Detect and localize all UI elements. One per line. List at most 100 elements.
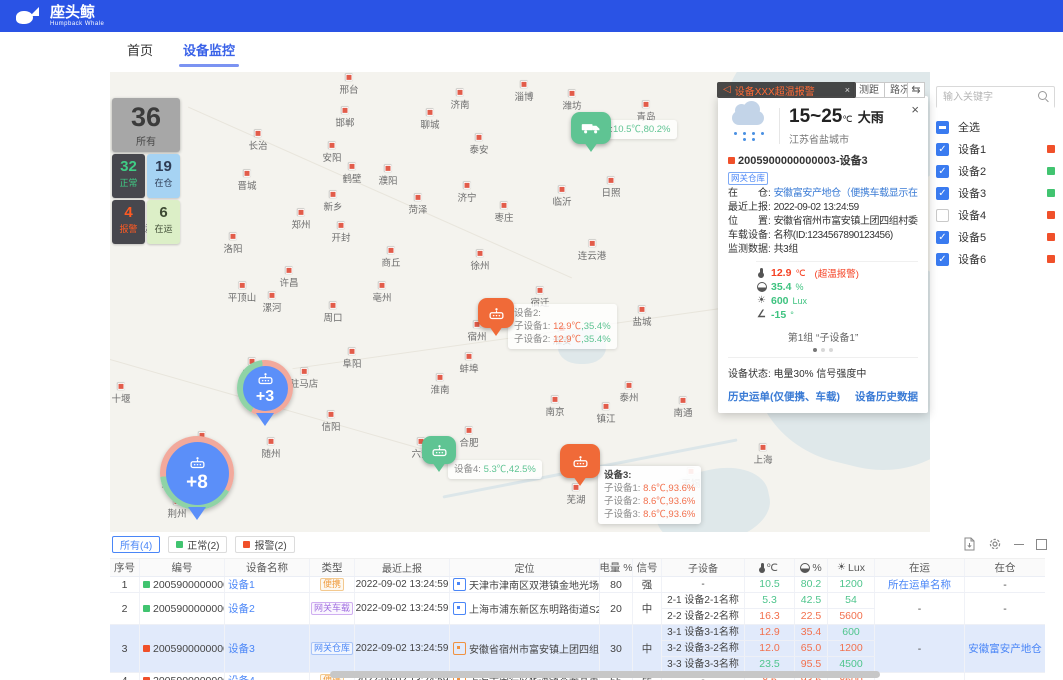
city-label: 驻马店 <box>290 368 319 390</box>
device-checkbox[interactable]: ✓ <box>936 187 949 200</box>
alert-banner-text: 设备XXX超温报警 <box>735 83 815 98</box>
field-label: 车载设备: <box>728 229 774 243</box>
sensor-unit: ℃ <box>795 268 805 279</box>
popup-device-title-text: 2005900000000003-设备3 <box>738 152 868 168</box>
alert-close-icon[interactable]: × <box>845 85 850 95</box>
cell-device-name: 设备2 <box>225 593 310 624</box>
device-name-link[interactable]: 设备1 <box>228 577 255 592</box>
tab-home[interactable]: 首页 <box>127 32 153 72</box>
city-name: 驻马店 <box>290 376 319 390</box>
city-label: 泰州 <box>619 382 638 404</box>
city-label: 商丘 <box>381 247 400 269</box>
device-history-link[interactable]: 设备历史数据 <box>855 389 918 404</box>
filter-chip-1[interactable]: 正常(2) <box>168 536 227 553</box>
settings-gear-icon[interactable] <box>988 537 1002 551</box>
alert-banner[interactable]: ◁ 设备XXX超温报警 × <box>717 82 856 98</box>
col-subdevice: 子设备 <box>662 559 745 576</box>
city-name: 新乡 <box>323 199 342 213</box>
device-checkbox[interactable] <box>936 209 949 222</box>
sidebar-device-4[interactable]: 设备4 <box>936 204 1055 226</box>
stat-normal[interactable]: 32 正常 <box>112 154 145 198</box>
device3-pin[interactable] <box>560 444 600 486</box>
popup-field: 车载设备: 名称(ID:1234567890123456) <box>728 229 918 243</box>
history-waybill-link[interactable]: 历史运单(仅便携、车载) <box>728 389 840 404</box>
popup-close-icon[interactable]: × <box>911 103 919 116</box>
table-row[interactable]: 32005900000000003设备3网关仓库2022-09-02 13:24… <box>110 625 1045 673</box>
stat-in-transit-label: 在运 <box>147 222 180 235</box>
device-name-link[interactable]: 设备4 <box>228 673 255 680</box>
waybill-link[interactable]: 所在运单名称 <box>888 577 951 592</box>
city-label: 十堰 <box>111 383 130 405</box>
select-all-checkbox[interactable] <box>936 121 949 134</box>
map-tooltip: 设备4: 5.3℃,42.5% <box>448 460 542 479</box>
device-checkbox[interactable]: ✓ <box>936 253 949 266</box>
device-label: 设备4 <box>958 207 1047 223</box>
search-icon[interactable] <box>1038 91 1047 100</box>
city-label: 阜阳 <box>342 348 361 370</box>
stat-normal-label: 正常 <box>112 176 145 189</box>
device-checkbox[interactable]: ✓ <box>936 143 949 156</box>
table-row[interactable]: 12005900000000001设备1便携2022-09-02 13:24:5… <box>110 577 1045 593</box>
city-label: 聊城 <box>420 109 439 131</box>
filter-chip-2[interactable]: 报警(2) <box>235 536 294 553</box>
popup-field: 位 置: 安徽省宿州市富安镇上团四组村委会 <box>728 215 918 229</box>
city-dot-icon <box>465 427 472 434</box>
warehouse-link[interactable]: 安徽富安产地仓 <box>968 641 1042 656</box>
cluster-3[interactable]: +3 <box>237 360 293 426</box>
sub-row: 3-1 设备3-1名称12.935.4600 <box>662 625 875 640</box>
city-dot-icon <box>436 374 443 381</box>
cell-location: 安徽省宿州市富安镇上团四组村委会 <box>450 625 600 672</box>
stat-in-transit[interactable]: 6 在运 <box>147 200 180 244</box>
field-value[interactable]: 安徽富安产地仓（便携车载显示在运） <box>774 187 918 201</box>
measure-distance-button[interactable]: 测距 <box>853 82 885 98</box>
device-status-square <box>1047 145 1055 153</box>
sidebar-device-1[interactable]: ✓设备1 <box>936 138 1055 160</box>
city-label: 芜湖 <box>566 484 585 506</box>
city-label: 邯郸 <box>335 107 354 129</box>
device2-pin[interactable] <box>478 298 514 336</box>
col-location: 定位 <box>450 559 600 576</box>
subdevice-pagination-dots[interactable] <box>728 348 918 352</box>
tab-device-monitoring[interactable]: 设备监控 <box>183 32 235 72</box>
search-input[interactable] <box>937 88 1054 108</box>
stat-alarm[interactable]: 4 报警 <box>112 200 145 244</box>
device1-pin[interactable] <box>571 112 611 152</box>
sidebar-device-2[interactable]: ✓设备2 <box>936 160 1055 182</box>
table-header-row: 序号 编号 设备名称 类型 最近上报 定位 电量 % 信号 子设备 ℃ % ☀ … <box>110 558 1045 577</box>
collapse-icon[interactable] <box>1014 544 1024 545</box>
stat-all[interactable]: 36 所有 <box>112 98 180 152</box>
horizontal-scrollbar[interactable] <box>330 671 880 678</box>
city-name: 泰安 <box>469 142 488 156</box>
col-name: 设备名称 <box>225 559 310 576</box>
city-name: 聊城 <box>420 117 439 131</box>
filter-chip-0[interactable]: 所有(4) <box>112 536 160 553</box>
device-checkbox[interactable]: ✓ <box>936 231 949 244</box>
device4-pin[interactable] <box>422 436 456 472</box>
stat-in-warehouse[interactable]: 19 在仓 <box>147 154 180 198</box>
cell-index: 1 <box>110 577 140 592</box>
device-checkbox[interactable]: ✓ <box>936 165 949 178</box>
city-dot-icon <box>337 222 344 229</box>
select-all-row[interactable]: 全选 <box>936 116 1055 138</box>
city-label: 信阳 <box>321 411 340 433</box>
cell-sensor-value: 4500 <box>828 657 875 672</box>
cell-sensor-value: 65.0 <box>795 641 828 656</box>
device-name-link[interactable]: 设备2 <box>228 601 255 616</box>
cell-code: 2005900000000003 <box>140 625 225 672</box>
city-name: 鹤壁 <box>342 171 361 185</box>
export-file-icon[interactable] <box>963 537 976 551</box>
fullscreen-icon[interactable] <box>1036 539 1047 550</box>
cell-battery: 20 <box>600 593 633 624</box>
swap-view-button[interactable]: ⇆ <box>907 82 925 98</box>
cell-subdevice: 3-3 设备3-3名称 <box>662 657 745 672</box>
sensor-value: 600 <box>771 295 789 307</box>
cell-code: 2005900000000004 <box>140 673 225 680</box>
sidebar-device-3[interactable]: ✓设备3 <box>936 182 1055 204</box>
city-dot-icon <box>551 396 558 403</box>
device-name-link[interactable]: 设备3 <box>228 641 255 656</box>
sidebar-device-6[interactable]: ✓设备6 <box>936 248 1055 270</box>
table-row[interactable]: 22005900000000002设备2网关车载2022-09-02 13:24… <box>110 593 1045 625</box>
city-dot-icon <box>536 287 543 294</box>
cluster-8[interactable]: +8 <box>160 436 234 520</box>
sidebar-device-5[interactable]: ✓设备5 <box>936 226 1055 248</box>
